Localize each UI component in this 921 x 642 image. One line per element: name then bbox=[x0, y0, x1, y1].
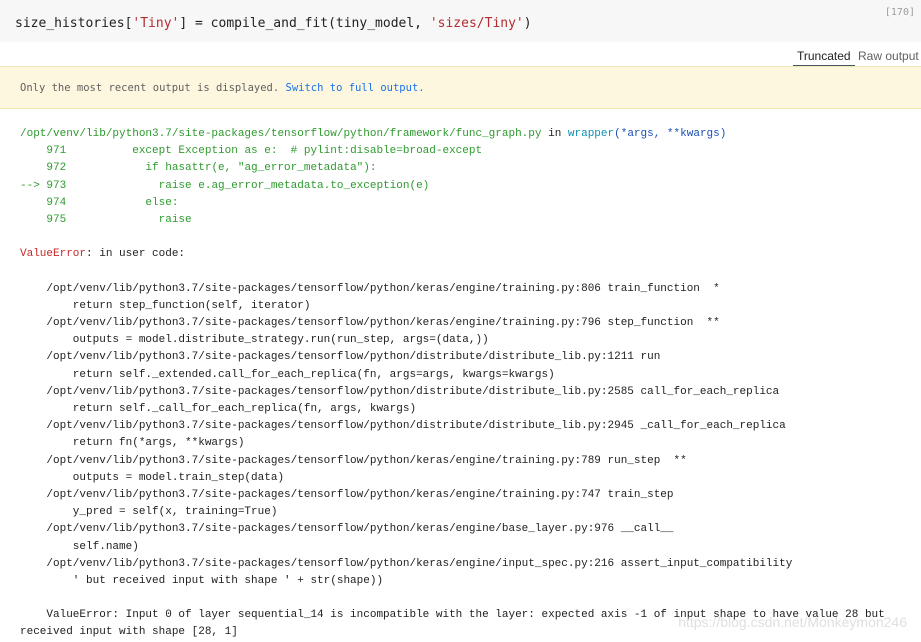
context-line: 974 else: bbox=[20, 195, 915, 212]
line-number: 975 bbox=[46, 213, 67, 226]
line-arrow bbox=[20, 145, 46, 157]
line-code: raise e.ag_error_metadata.to_exception(e… bbox=[66, 179, 430, 192]
keyword-in: in bbox=[541, 128, 568, 140]
frame-code: ' but received input with shape ' + str(… bbox=[20, 574, 384, 587]
code-token: ) bbox=[523, 16, 532, 31]
context-line: 975 raise bbox=[20, 212, 915, 229]
frame-code: return self._extended.call_for_each_repl… bbox=[20, 368, 555, 381]
notice-text: Only the most recent output is displayed… bbox=[20, 82, 425, 94]
context-line: 972 if hasattr(e, "ag_error_metadata"): bbox=[20, 160, 915, 177]
frame-location: /opt/venv/lib/python3.7/site-packages/te… bbox=[20, 523, 674, 536]
frame-code: outputs = model.distribute_strategy.run(… bbox=[20, 334, 489, 347]
function-name: wrapper bbox=[567, 128, 615, 140]
line-arrow bbox=[20, 162, 46, 174]
frame-location: /opt/venv/lib/python3.7/site-packages/te… bbox=[20, 385, 780, 398]
code-cell-input[interactable]: size_histories['Tiny'] = compile_and_fit… bbox=[0, 0, 921, 43]
frame-code: self.name) bbox=[20, 540, 139, 553]
frame-location: /opt/venv/lib/python3.7/site-packages/te… bbox=[20, 454, 687, 467]
line-number: 972 bbox=[46, 162, 67, 175]
frame-code: return fn(*args, **kwargs) bbox=[20, 437, 245, 450]
frame-code: outputs = model.train_step(data) bbox=[20, 471, 285, 484]
output-tabbar: Truncated Raw output bbox=[0, 42, 921, 67]
frame-location: /opt/venv/lib/python3.7/site-packages/te… bbox=[20, 420, 786, 433]
code-cell-source[interactable]: size_histories['Tiny'] = compile_and_fit… bbox=[15, 16, 532, 31]
frame-location: /opt/venv/lib/python3.7/site-packages/te… bbox=[20, 351, 661, 364]
file-path: /opt/venv/lib/python3.7/site-packages/te… bbox=[20, 128, 542, 140]
tab-truncated[interactable]: Truncated bbox=[793, 49, 855, 67]
code-token: size_histories[ bbox=[15, 16, 133, 31]
frame-location: /opt/venv/lib/python3.7/site-packages/te… bbox=[20, 557, 793, 570]
code-string: 'Tiny' bbox=[132, 16, 180, 31]
traceback-header: /opt/venv/lib/python3.7/site-packages/te… bbox=[20, 126, 915, 143]
switch-to-full-output-link[interactable]: Switch to full output. bbox=[286, 82, 425, 94]
frame-location: /opt/venv/lib/python3.7/site-packages/te… bbox=[20, 317, 720, 330]
line-number: 971 bbox=[46, 145, 67, 158]
function-args: (*args, **kwargs) bbox=[614, 128, 727, 140]
tab-raw-output[interactable]: Raw output bbox=[858, 49, 919, 65]
execution-count: [170] bbox=[884, 7, 915, 18]
frame-code: y_pred = self(x, training=True) bbox=[20, 506, 278, 519]
truncation-notice: Only the most recent output is displayed… bbox=[0, 66, 921, 109]
notice-message: Only the most recent output is displayed… bbox=[20, 82, 286, 94]
code-token: ] = compile_and_fit(tiny_model, bbox=[179, 16, 430, 31]
line-code: raise bbox=[66, 213, 192, 226]
user-code-frames: /opt/venv/lib/python3.7/site-packages/te… bbox=[20, 281, 915, 590]
context-line: --> 973 raise e.ag_error_metadata.to_exc… bbox=[20, 178, 915, 195]
frame-code: return step_function(self, iterator) bbox=[20, 299, 311, 312]
line-arrow bbox=[20, 214, 46, 226]
line-arrow bbox=[20, 197, 46, 209]
frame-code: return self._call_for_each_replica(fn, a… bbox=[20, 403, 417, 415]
frame-location: /opt/venv/lib/python3.7/site-packages/te… bbox=[20, 282, 720, 295]
context-lines: 971 except Exception as e: # pylint:disa… bbox=[20, 143, 915, 229]
line-code: except Exception as e: # pylint:disable=… bbox=[66, 145, 483, 158]
frame-location: /opt/venv/lib/python3.7/site-packages/te… bbox=[20, 488, 674, 501]
line-arrow: --> bbox=[20, 179, 47, 192]
context-line: 971 except Exception as e: # pylint:disa… bbox=[20, 143, 915, 160]
error-type: ValueError bbox=[20, 248, 87, 261]
line-code: if hasattr(e, "ag_error_metadata"): bbox=[66, 162, 377, 175]
code-string: 'sizes/Tiny' bbox=[429, 16, 524, 31]
line-code: else: bbox=[66, 196, 179, 209]
line-number: 974 bbox=[46, 196, 67, 209]
error-line: ValueError: in user code: bbox=[20, 246, 915, 263]
watermark: https://blog.csdn.net/Monkeymon246 bbox=[678, 614, 907, 630]
traceback-output: /opt/venv/lib/python3.7/site-packages/te… bbox=[20, 126, 915, 642]
error-message: : in user code: bbox=[86, 248, 186, 261]
line-number: 973 bbox=[46, 179, 67, 192]
